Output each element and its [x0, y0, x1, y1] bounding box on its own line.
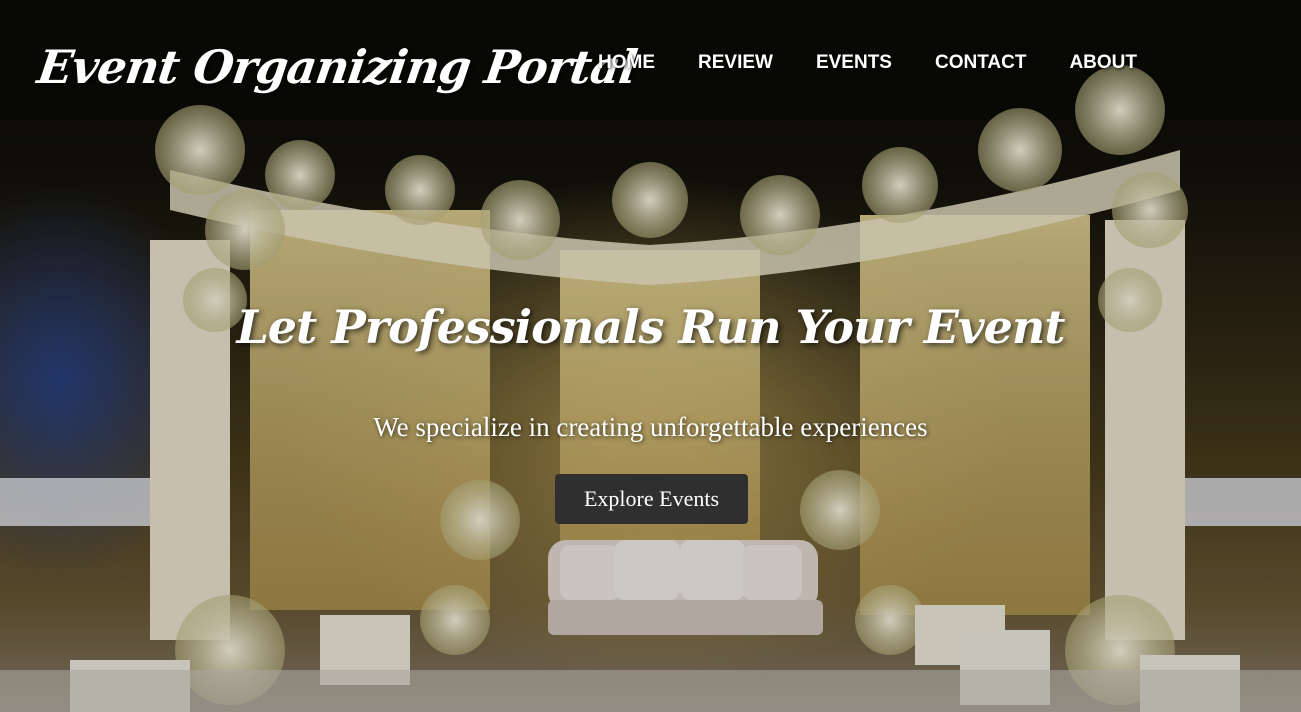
nav-item-review[interactable]: REVIEW	[698, 52, 773, 74]
hero-headline: Let Professionals Run Your Event	[236, 300, 1065, 354]
nav-item-contact[interactable]: CONTACT	[935, 52, 1026, 74]
site-logo[interactable]: Event Organizing Portal	[34, 40, 640, 94]
nav-item-home[interactable]: HOME	[598, 52, 655, 74]
nav-item-events[interactable]: EVENTS	[816, 52, 892, 74]
explore-events-button[interactable]: Explore Events	[555, 474, 748, 524]
nav-item-about[interactable]: ABOUT	[1069, 52, 1137, 74]
hero-section: Event Organizing Portal HOME REVIEW EVEN…	[0, 0, 1301, 712]
hero-subheadline: We specialize in creating unforgettable …	[373, 412, 928, 442]
main-nav: HOME REVIEW EVENTS CONTACT ABOUT	[598, 52, 1137, 74]
hero-background-image	[0, 0, 1301, 712]
